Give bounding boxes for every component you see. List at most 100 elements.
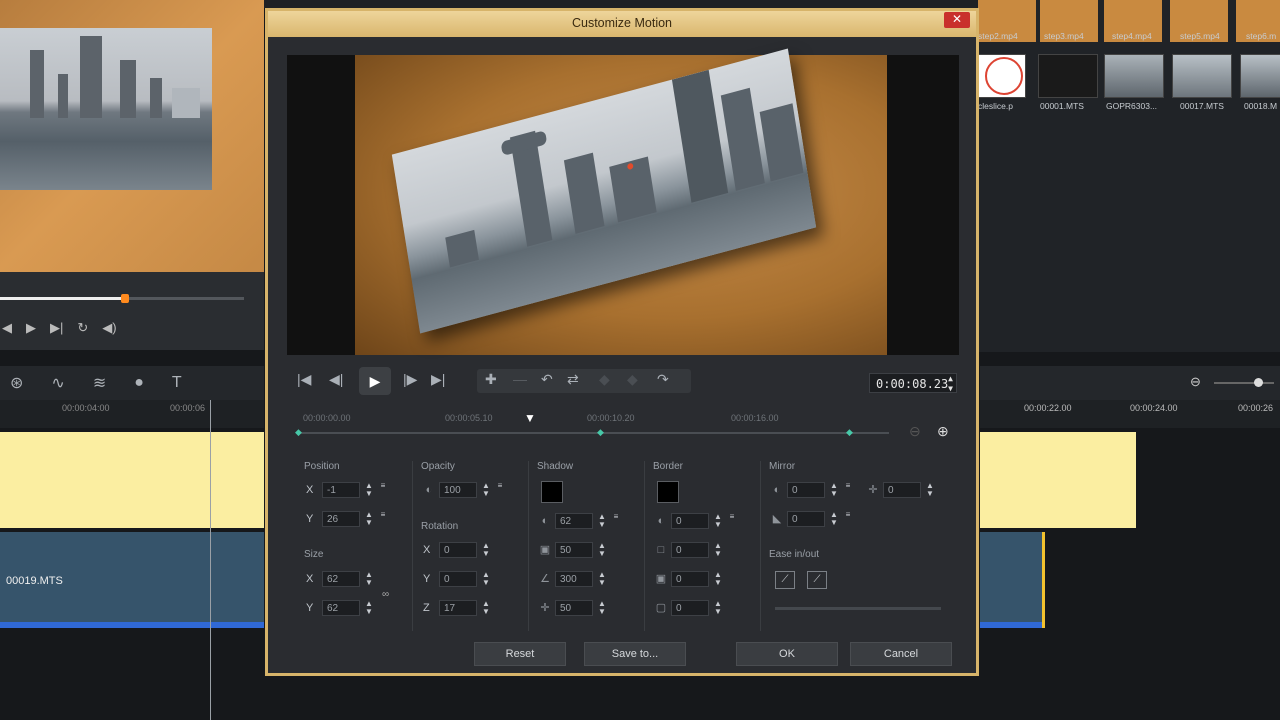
ok-button[interactable]: OK [736, 642, 838, 666]
zoom-slider-handle[interactable] [1254, 378, 1263, 387]
border-spinner-icon[interactable]: ▲ ▼ [713, 513, 723, 529]
mirror-spinner-icon[interactable]: ▲ ▼ [925, 482, 935, 498]
swap-icon[interactable]: ⇄ [567, 371, 579, 388]
opacity-keyframe-icon[interactable]: ≡ [495, 482, 505, 498]
next-icon[interactable]: ▶| [50, 320, 63, 336]
shadow-spinner-icon[interactable]: ▲ ▼ [597, 600, 607, 616]
repeat-icon[interactable]: ↻ [77, 320, 88, 336]
title-icon[interactable]: T [172, 374, 182, 392]
mirror-offset-icon: ✛ [868, 484, 878, 496]
rotation-z-spinner-icon[interactable]: ▲ ▼ [481, 600, 491, 616]
link-icon[interactable]: ∞ [382, 589, 389, 600]
mirror-input-3[interactable]: 0 [787, 511, 825, 527]
rotation-x-input[interactable]: 0 [439, 542, 477, 558]
rotation-y-spinner-icon[interactable]: ▲ ▼ [481, 571, 491, 587]
scrub-handle[interactable] [121, 294, 129, 303]
size-y-input[interactable]: 62 [322, 600, 360, 616]
overlay-track-clip[interactable] [980, 432, 1136, 528]
redo-icon[interactable]: ↷ [657, 371, 669, 388]
shadow-input-3[interactable]: 300 [555, 571, 593, 587]
keyframe-marker[interactable]: ◆ [597, 427, 604, 438]
ruler-label: 00:00:26 [1238, 403, 1274, 413]
rotation-z-field: Z 17 ▲ ▼ [423, 599, 491, 617]
position-x-spinner-icon[interactable]: ▲ ▼ [364, 482, 374, 498]
size-y-spinner-icon[interactable]: ▲ ▼ [364, 600, 374, 616]
keyframe-timeline: 00:00:00.00 00:00:05.10 00:00:10.20 00:0… [287, 409, 949, 449]
audio-wave-icon[interactable]: ∿ [51, 373, 64, 393]
shadow-spinner-icon[interactable]: ▲ ▼ [597, 542, 607, 558]
border-spinner-icon[interactable]: ▲ ▼ [713, 542, 723, 558]
go-to-end-icon[interactable]: ▶| [431, 371, 445, 388]
border-input-2[interactable]: 0 [671, 542, 709, 558]
add-keyframe-icon[interactable]: ✚ [485, 371, 497, 388]
timeline-playhead[interactable] [210, 400, 211, 720]
shadow-keyframe-icon[interactable]: ≡ [611, 513, 621, 529]
mirror-keyframe-icon[interactable]: ≡ [843, 482, 853, 498]
save-to-button[interactable]: Save to... [584, 642, 686, 666]
play-icon[interactable]: ▶ [26, 320, 36, 336]
mirror-input-2[interactable]: 0 [883, 482, 921, 498]
border-spinner-icon[interactable]: ▲ ▼ [713, 600, 723, 616]
mirror-input-1[interactable]: 0 [787, 482, 825, 498]
border-spinner-icon[interactable]: ▲ ▼ [713, 571, 723, 587]
shadow-color-swatch[interactable] [541, 481, 563, 503]
shadow-spinner-icon[interactable]: ▲ ▼ [597, 571, 607, 587]
shadow-distance-icon: ✛ [540, 602, 550, 614]
rotation-x-spinner-icon[interactable]: ▲ ▼ [481, 542, 491, 558]
ease-out-button[interactable]: ⟋ [807, 571, 827, 589]
position-x-input[interactable]: -1 [322, 482, 360, 498]
ease-in-button[interactable]: ⟋ [775, 571, 795, 589]
timecode-spinner-icon[interactable]: ▲ ▼ [948, 374, 953, 394]
current-time-marker[interactable]: ▼ [524, 411, 536, 425]
motion-icon[interactable]: ≋ [93, 373, 106, 393]
mirror-spinner-icon[interactable]: ▲ ▼ [829, 482, 839, 498]
size-x-spinner-icon[interactable]: ▲ ▼ [364, 571, 374, 587]
opacity-input[interactable]: 100 [439, 482, 477, 498]
rotation-y-input[interactable]: 0 [439, 571, 477, 587]
mixer-icon[interactable]: ⊛ [10, 373, 23, 393]
mirror-spinner-icon[interactable]: ▲ ▼ [829, 511, 839, 527]
border-label: Border [653, 461, 684, 472]
border-input-1[interactable]: 0 [671, 513, 709, 529]
cancel-button[interactable]: Cancel [850, 642, 952, 666]
timecode-display[interactable]: 0:00:08.23 ▲ ▼ [869, 373, 957, 393]
border-field-2: □ 0 ▲ ▼ [655, 541, 723, 559]
play-button[interactable]: ▶ [359, 367, 391, 395]
rotation-z-input[interactable]: 17 [439, 600, 477, 616]
position-x-keyframe-icon[interactable]: ≡ [378, 482, 388, 498]
border-color-swatch[interactable] [657, 481, 679, 503]
video-track-clip[interactable] [980, 532, 1045, 628]
shadow-spinner-icon[interactable]: ▲ ▼ [597, 513, 607, 529]
volume-icon[interactable]: ◀) [102, 320, 116, 336]
ease-slider[interactable] [775, 607, 941, 610]
next-frame-icon[interactable]: |▶ [403, 371, 417, 388]
reverse-icon[interactable]: ↶ [541, 371, 553, 388]
shadow-input-4[interactable]: 50 [555, 600, 593, 616]
position-y-keyframe-icon[interactable]: ≡ [378, 511, 388, 527]
keyframe-marker[interactable]: ◆ [846, 427, 853, 438]
border-input-3[interactable]: 0 [671, 571, 709, 587]
position-y-input[interactable]: 26 [322, 511, 360, 527]
border-input-4[interactable]: 0 [671, 600, 709, 616]
opacity-label: Opacity [421, 461, 455, 472]
zoom-slider[interactable] [1214, 382, 1274, 384]
shadow-input-2[interactable]: 50 [555, 542, 593, 558]
opacity-spinner-icon[interactable]: ▲ ▼ [481, 482, 491, 498]
zoom-out-icon[interactable]: ⊖ [1190, 374, 1201, 390]
prev-frame-icon[interactable]: ◀ [2, 320, 12, 336]
reset-button[interactable]: Reset [474, 642, 566, 666]
zoom-in-icon[interactable]: ⊕ [937, 423, 949, 440]
shadow-input-1[interactable]: 62 [555, 513, 593, 529]
motion-clip-frame[interactable] [391, 48, 817, 334]
size-x-input[interactable]: 62 [322, 571, 360, 587]
keyframe-track[interactable] [297, 432, 889, 434]
mirror-keyframe-icon[interactable]: ≡ [843, 511, 853, 527]
position-y-spinner-icon[interactable]: ▲ ▼ [364, 511, 374, 527]
close-button[interactable]: ✕ [944, 12, 970, 28]
overlay-track-clip[interactable] [0, 432, 264, 528]
prev-frame-icon[interactable]: ◀| [329, 371, 343, 388]
go-to-start-icon[interactable]: |◀ [297, 371, 311, 388]
border-keyframe-icon[interactable]: ≡ [727, 513, 737, 529]
effects-icon[interactable]: ● [134, 374, 144, 392]
keyframe-marker[interactable]: ◆ [295, 427, 302, 438]
